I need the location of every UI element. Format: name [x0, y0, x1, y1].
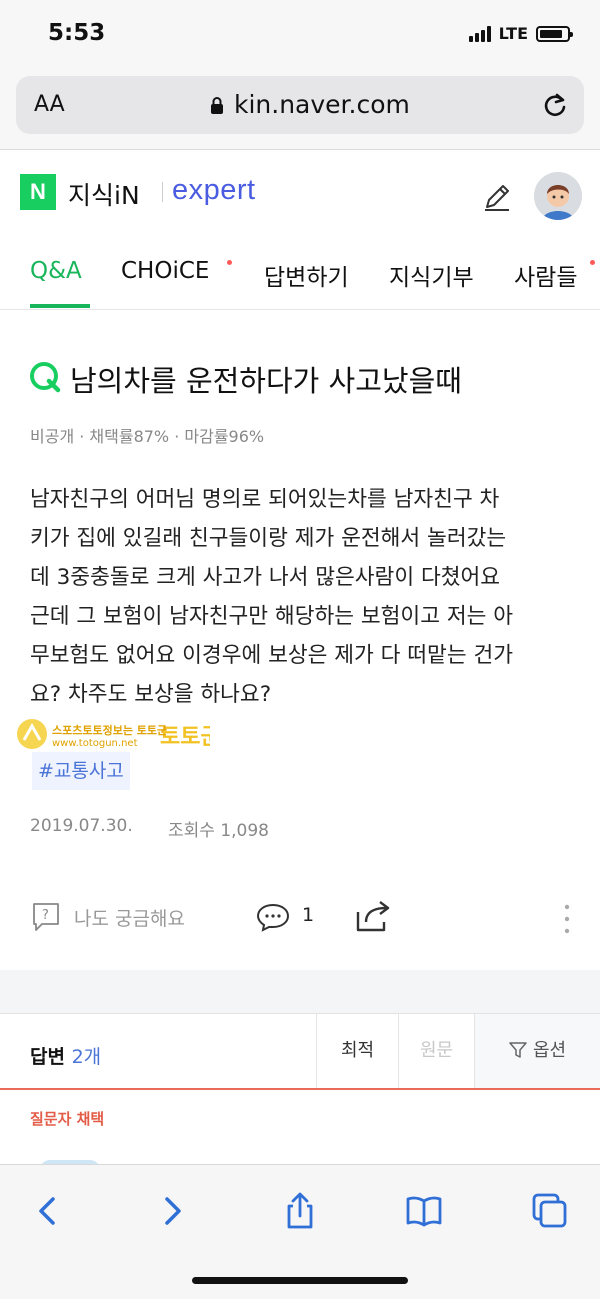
share-sheet-icon[interactable] — [280, 1191, 320, 1231]
question-title: 남의차를 운전하다가 사고났을때 — [70, 364, 462, 398]
text-size-button[interactable]: AA — [34, 92, 65, 117]
browser-bottom-bar — [0, 1164, 600, 1299]
avatar-illustration-icon — [534, 172, 582, 220]
network-label: LTE — [498, 24, 528, 43]
category-tabs: Q&A CHOiCE 답변하기 지식기부 사람들 — [0, 240, 600, 310]
lock-icon — [211, 97, 223, 114]
curious-icon[interactable]: ? — [32, 902, 60, 932]
question-body-line: 데 3중충돌로 크게 사고가 나서 많은사람이 다쳤어요 — [30, 565, 501, 590]
comment-icon[interactable] — [256, 902, 290, 932]
back-icon[interactable] — [28, 1191, 68, 1231]
address-bar[interactable]: AA kin.naver.com — [16, 76, 584, 134]
share-icon[interactable] — [354, 898, 394, 934]
question-body-line: 키가 집에 있길래 친구들이랑 제가 운전해서 놀러갔는 — [30, 526, 507, 551]
question-body-line: 무보험도 없어요 이경우에 보상은 제가 다 떠맡는 건가 — [30, 643, 514, 668]
expert-link[interactable]: expert — [172, 174, 256, 207]
answers-label-text: 답변 — [30, 1046, 65, 1068]
sort-best-button[interactable]: 최적 — [316, 1014, 398, 1088]
status-bar: 5:53 LTE — [0, 0, 600, 72]
svg-text:토토군: 토토군 — [160, 725, 210, 750]
forward-icon[interactable] — [152, 1191, 192, 1231]
reload-icon[interactable] — [540, 90, 570, 120]
svg-text:?: ? — [42, 908, 49, 923]
answers-count: 2개 — [71, 1046, 102, 1068]
tab-people[interactable]: 사람들 — [514, 258, 577, 292]
tab-answer[interactable]: 답변하기 — [264, 258, 349, 292]
tab-choice[interactable]: CHOiCE — [121, 258, 209, 284]
status-indicators: LTE — [468, 24, 573, 43]
tab-donate[interactable]: 지식기부 — [389, 258, 474, 292]
home-indicator — [192, 1277, 408, 1284]
signal-icon — [468, 25, 491, 42]
question-body-line: 남자친구의 어머님 명의로 되어있는차를 남자친구 차 — [30, 487, 500, 512]
options-label: 옵션 — [532, 1040, 567, 1061]
question-date: 2019.07.30. — [30, 816, 133, 836]
answers-label: 답변 2개 — [30, 1042, 101, 1069]
sort-original-button[interactable]: 원문 — [398, 1014, 474, 1088]
site-header: N 지식iN expert — [0, 150, 600, 240]
curious-button[interactable]: 나도 궁금해요 — [74, 904, 185, 931]
watermark-text: 스포츠토토정보는 토토군 — [52, 724, 168, 737]
question-views: 조회수 1,098 — [168, 821, 269, 841]
comment-count[interactable]: 1 — [302, 904, 314, 926]
new-dot-badge — [590, 260, 595, 265]
question-meta: 비공개 · 채택률87% · 마감률96% — [30, 427, 265, 446]
answers-header: 답변 2개 최적 원문 옵션 — [0, 1014, 600, 1090]
tabs-icon[interactable] — [530, 1191, 570, 1231]
browser-toolbar: AA kin.naver.com — [0, 72, 600, 150]
pen-icon[interactable] — [480, 180, 514, 214]
new-dot-badge — [227, 260, 232, 265]
chosen-answer-label: 질문자 채택 — [30, 1110, 105, 1128]
section-divider — [0, 970, 600, 1014]
more-vertical-icon[interactable] — [562, 902, 572, 936]
url-text: kin.naver.com — [234, 90, 410, 119]
hashtag-tag[interactable]: #교통사고 — [32, 752, 130, 790]
question-body-line: 근데 그 보험이 남자친구만 해당하는 보험이고 저는 아 — [30, 604, 514, 629]
tab-qna[interactable]: Q&A — [30, 258, 82, 284]
bookmarks-icon[interactable] — [404, 1191, 444, 1231]
battery-icon — [536, 25, 573, 42]
question-body: 남자친구의 어머님 명의로 되어있는차를 남자친구 차 키가 집에 있길래 친구… — [30, 480, 578, 714]
question-q-icon — [30, 362, 61, 393]
filter-icon — [509, 1042, 527, 1058]
status-time: 5:53 — [48, 20, 106, 46]
avatar[interactable] — [534, 172, 582, 220]
watermark-url: www.totogun.net — [52, 738, 138, 749]
options-button[interactable]: 옵션 — [474, 1014, 600, 1088]
brand-divider — [162, 182, 163, 202]
service-name[interactable]: 지식iN — [68, 176, 140, 212]
naver-logo[interactable]: N — [20, 174, 56, 210]
tab-active-indicator — [30, 304, 90, 308]
question-body-line: 요? 차주도 보상을 하나요? — [30, 682, 272, 707]
